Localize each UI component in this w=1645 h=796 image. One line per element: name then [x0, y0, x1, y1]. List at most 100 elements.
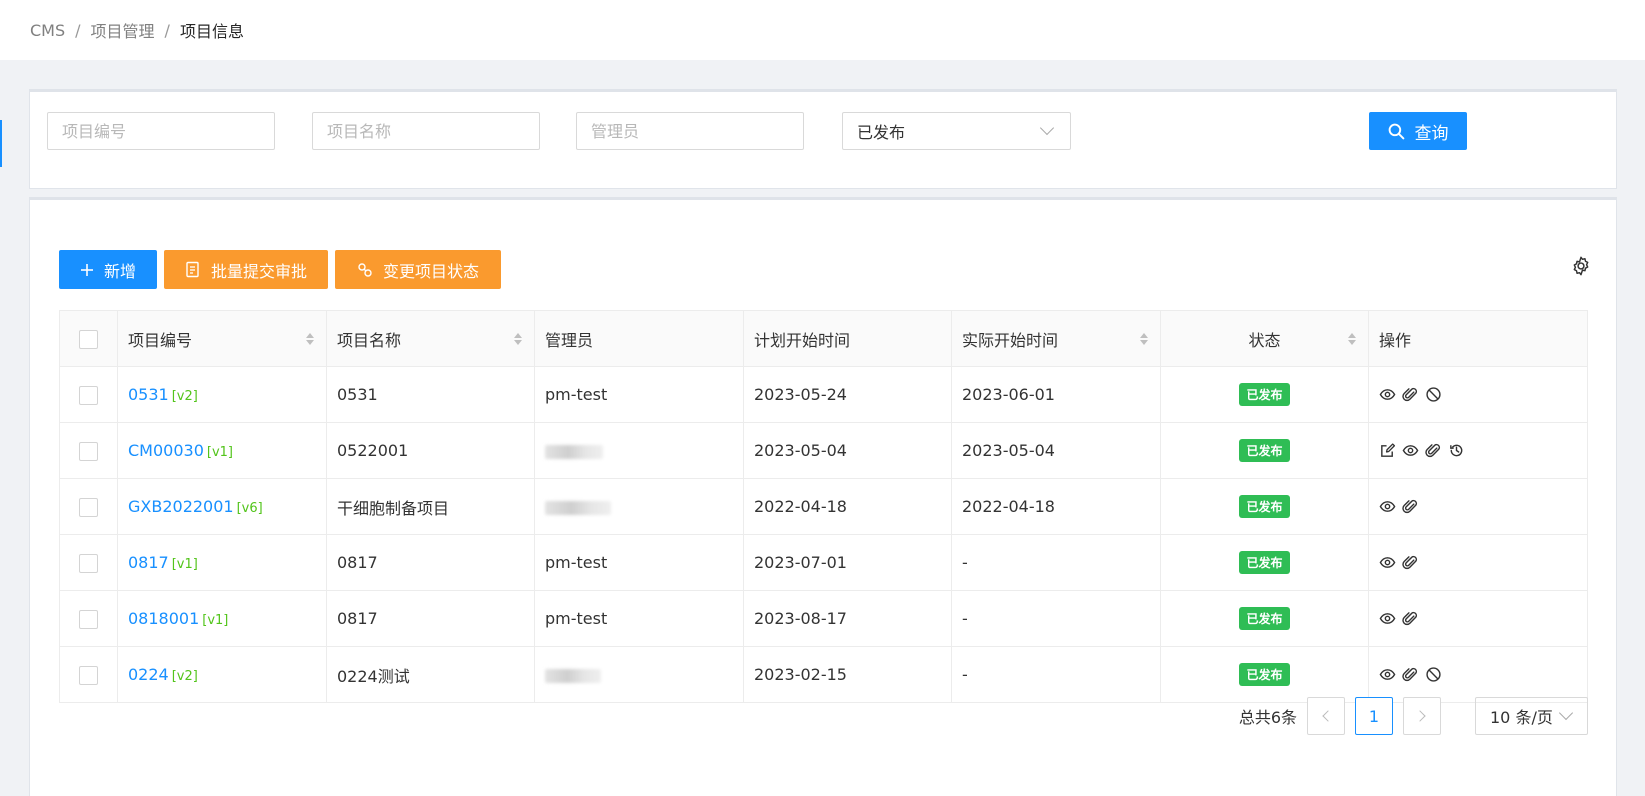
- batch-submit-approval-button[interactable]: 批量提交审批: [164, 250, 328, 289]
- redacted-manager: [545, 500, 611, 515]
- attachment-action[interactable]: [1402, 386, 1419, 403]
- project-code-input[interactable]: [47, 112, 275, 150]
- select-cell: [59, 422, 118, 479]
- chevron-left-icon: [1322, 710, 1334, 722]
- sort-icon[interactable]: [1348, 332, 1356, 345]
- version-tag: [v1]: [171, 557, 198, 572]
- project-code-link[interactable]: 0224: [128, 665, 169, 684]
- view-action[interactable]: [1379, 666, 1396, 683]
- version-tag: [v2]: [171, 669, 198, 684]
- history-action[interactable]: [1448, 442, 1465, 459]
- status-cell: 已发布: [1160, 534, 1369, 591]
- project-code-link[interactable]: GXB2022001: [128, 497, 234, 516]
- row-checkbox[interactable]: [79, 553, 98, 573]
- table-row: 0224[v2]0224测试2023-02-15-已发布view-iconatt…: [59, 646, 1588, 703]
- header-actions: 操作: [1368, 310, 1588, 367]
- project-name-input[interactable]: [312, 112, 540, 150]
- project-code-cell: GXB2022001 [v6]: [117, 478, 327, 535]
- row-actions: edit-iconview-iconattachment-iconhistory…: [1379, 442, 1577, 459]
- project-code-link[interactable]: CM00030: [128, 441, 204, 460]
- manager-input[interactable]: [576, 112, 804, 150]
- status-badge: 已发布: [1239, 607, 1290, 630]
- attachment-action[interactable]: [1402, 610, 1419, 627]
- row-checkbox[interactable]: [79, 385, 98, 405]
- project-code-cell: CM00030 [v1]: [117, 422, 327, 479]
- status-badge: 已发布: [1239, 551, 1290, 574]
- project-code-link[interactable]: 0818001: [128, 609, 199, 628]
- breadcrumb-cms[interactable]: CMS: [30, 21, 65, 40]
- header-actual-start[interactable]: 实际开始时间: [951, 310, 1161, 367]
- breadcrumb-project-management[interactable]: 项目管理: [91, 18, 155, 42]
- attachment-action[interactable]: [1402, 666, 1419, 683]
- view-action[interactable]: [1379, 610, 1396, 627]
- project-name-cell: 干细胞制备项目: [326, 478, 535, 535]
- actions-cell: view-iconattachment-icon: [1368, 534, 1588, 591]
- row-checkbox[interactable]: [79, 497, 98, 517]
- table-row: 0531 [v2] 0531 pm-test 2023-05-24 2023-06-01 已…: [59, 366, 1588, 423]
- actual-start-cell: 2023-06-01: [951, 366, 1161, 423]
- edit-action[interactable]: [1379, 442, 1396, 459]
- breadcrumb-separator: /: [75, 20, 81, 40]
- attachment-action[interactable]: [1402, 498, 1419, 515]
- sort-icon[interactable]: [306, 332, 314, 345]
- document-icon: [186, 261, 199, 278]
- version-tag: [v1]: [202, 613, 229, 628]
- view-action[interactable]: [1379, 498, 1396, 515]
- table-panel: 新增 批量提交审批 变更项目状态 项目编号 项目名称 管理员 计划开始时间 实际…: [29, 197, 1617, 796]
- status-select[interactable]: 已发布: [842, 112, 1071, 150]
- add-button-label: 新增: [103, 261, 136, 281]
- project-code-cell: 0224 [v2]: [117, 646, 327, 703]
- page-size-select[interactable]: 10 条/页: [1475, 697, 1588, 735]
- row-checkbox[interactable]: [79, 441, 98, 461]
- disable-action[interactable]: [1425, 386, 1442, 403]
- project-code-cell: 0817 [v1]: [117, 534, 327, 591]
- actions-cell: view-iconattachment-icon: [1368, 590, 1588, 647]
- breadcrumb-project-info: 项目信息: [179, 22, 244, 41]
- attachment-action[interactable]: [1402, 554, 1419, 571]
- chevron-right-icon: [1414, 710, 1426, 722]
- manager-cell: pm-test: [534, 534, 744, 591]
- table-row: CM00030 [v1] 0522001 2023-05-04 2023-05-04 已发…: [59, 422, 1588, 479]
- project-code-link[interactable]: 0817: [128, 553, 169, 572]
- change-project-status-button[interactable]: 变更项目状态: [335, 250, 501, 289]
- breadcrumb: CMS / 项目管理 / 项目信息: [0, 0, 1645, 60]
- project-code-link[interactable]: 0531: [128, 385, 169, 404]
- actions-cell: view-iconattachment-icon: [1368, 478, 1588, 535]
- table-row: 0818001[v1]0817pm-test2023-08-17-已发布view…: [59, 590, 1588, 647]
- chevron-down-icon: [1558, 705, 1574, 721]
- project-name-cell: 0817: [326, 590, 535, 647]
- status-badge: 已发布: [1239, 495, 1290, 518]
- view-action[interactable]: [1402, 442, 1419, 459]
- attachment-action[interactable]: [1425, 442, 1442, 459]
- select-cell: [59, 366, 118, 423]
- header-status[interactable]: 状态: [1160, 310, 1369, 367]
- row-actions: view-iconattachment-icondisable-icon: [1379, 666, 1577, 683]
- disable-action[interactable]: [1425, 666, 1442, 683]
- pagination-total: 总共6条: [1238, 708, 1297, 727]
- sort-icon[interactable]: [1140, 332, 1148, 345]
- header-project-code[interactable]: 项目编号: [117, 310, 327, 367]
- prev-page-button[interactable]: [1307, 697, 1345, 735]
- row-checkbox[interactable]: [79, 609, 98, 629]
- view-action[interactable]: [1379, 386, 1396, 403]
- manager-cell: pm-test: [534, 590, 744, 647]
- header-project-name[interactable]: 项目名称: [326, 310, 535, 367]
- view-action[interactable]: [1379, 554, 1396, 571]
- header-manager: 管理员: [534, 310, 744, 367]
- select-cell: [59, 646, 118, 703]
- planned-start-cell: 2023-02-15: [743, 646, 952, 703]
- actual-start-cell: -: [951, 646, 1161, 703]
- select-all-checkbox[interactable]: [79, 329, 98, 349]
- row-actions: view-iconattachment-icon: [1379, 610, 1577, 627]
- page-1-button[interactable]: 1: [1355, 697, 1393, 735]
- planned-start-cell: 2022-04-18: [743, 478, 952, 535]
- chevron-down-icon: [1039, 120, 1055, 136]
- gear-icon[interactable]: [1570, 255, 1592, 277]
- row-checkbox[interactable]: [79, 665, 98, 685]
- query-button[interactable]: 查询: [1369, 112, 1467, 150]
- next-page-button[interactable]: [1403, 697, 1441, 735]
- sort-icon[interactable]: [514, 332, 522, 345]
- project-name-cell: 0522001: [326, 422, 535, 479]
- add-button[interactable]: 新增: [59, 250, 157, 289]
- breadcrumb-separator: /: [164, 20, 170, 40]
